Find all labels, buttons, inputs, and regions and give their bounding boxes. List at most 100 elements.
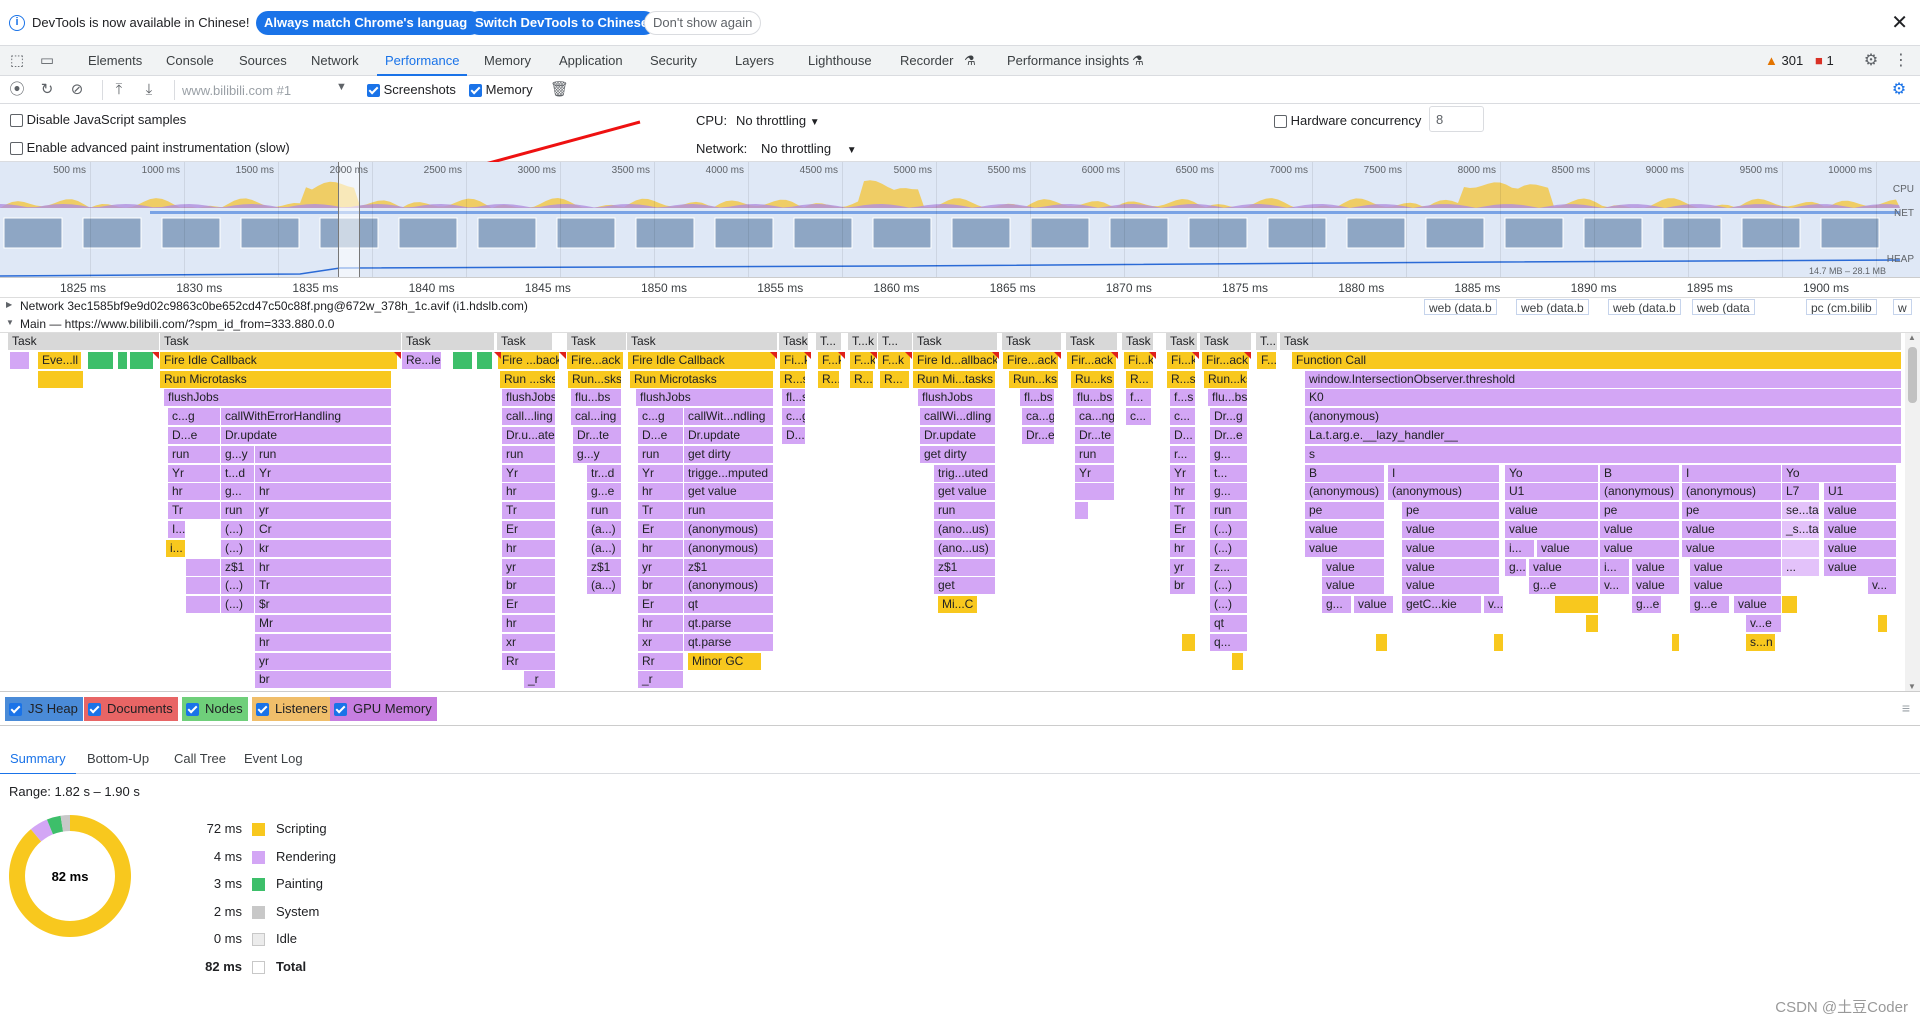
screenshot-thumbnail[interactable] xyxy=(161,217,221,249)
flame-task-bar[interactable]: Task xyxy=(1200,333,1252,350)
dont-show-again-button[interactable]: Don't show again xyxy=(644,11,762,35)
flame-event-bar[interactable]: hr xyxy=(638,539,684,557)
expand-arrow-icon[interactable]: ▶ xyxy=(6,300,12,309)
flame-event-bar[interactable]: value xyxy=(1505,502,1599,520)
flame-task-bar[interactable]: Task xyxy=(497,333,553,350)
flame-event-bar[interactable]: L7 xyxy=(1782,483,1820,501)
network-track[interactable]: ▶ Network 3ec1585bf9e9d02c9863c0be652cd4… xyxy=(0,298,1920,316)
overview-selection-window[interactable] xyxy=(338,162,360,277)
flame-event-bar[interactable]: value xyxy=(1354,596,1394,614)
flame-event-bar[interactable] xyxy=(1376,633,1388,651)
flame-event-bar[interactable]: Yr xyxy=(168,464,221,482)
scroll-thumb[interactable] xyxy=(1908,347,1917,403)
flame-chart[interactable]: Task Task Task Task Task Task Task T... T...k T..… xyxy=(0,333,1905,691)
flame-task-bar[interactable]: Task xyxy=(1066,333,1118,350)
memory-checkbox[interactable]: Memory xyxy=(469,82,533,98)
flame-event-bar[interactable]: Dr.update xyxy=(221,427,392,444)
flame-event-bar[interactable]: value xyxy=(1824,521,1897,538)
flame-event-bar[interactable]: v... xyxy=(1484,596,1504,614)
flame-event-bar[interactable]: value xyxy=(1682,521,1782,538)
flame-event-bar[interactable]: value xyxy=(1824,502,1897,520)
flame-event-bar[interactable]: Fir...ack xyxy=(1067,351,1117,369)
clear-icon[interactable]: ⊘ xyxy=(68,81,86,99)
flame-event-bar[interactable]: Cr xyxy=(255,521,392,538)
flame-event-bar[interactable] xyxy=(186,558,221,576)
scroll-up-icon[interactable]: ▲ xyxy=(1908,333,1916,342)
flame-event-bar[interactable]: run xyxy=(587,502,622,520)
flame-event-bar[interactable]: xr xyxy=(638,633,684,651)
screenshot-thumbnail[interactable] xyxy=(1583,217,1643,249)
checkbox[interactable] xyxy=(10,114,23,128)
flame-event-bar[interactable] xyxy=(453,351,473,369)
flame-event-bar[interactable]: D...e xyxy=(638,427,684,444)
flame-event-bar[interactable]: flu...bs xyxy=(1208,389,1248,407)
screenshots-checkbox[interactable]: Screenshots xyxy=(367,82,456,98)
flame-event-bar[interactable]: Yo xyxy=(1782,464,1897,482)
network-request-chip[interactable]: web (data.b xyxy=(1608,299,1681,315)
flame-event-bar[interactable]: value xyxy=(1632,558,1680,576)
tab-recorder[interactable]: Recorder xyxy=(900,46,953,76)
flame-event-bar[interactable]: Dr...te xyxy=(573,427,622,444)
tab-performance[interactable]: Performance xyxy=(376,46,468,76)
flame-event-bar[interactable]: $r xyxy=(255,596,392,614)
flame-event-bar[interactable]: Tr xyxy=(255,577,392,595)
flame-event-bar[interactable] xyxy=(186,577,221,595)
checkbox[interactable] xyxy=(334,703,347,717)
flame-event-bar[interactable]: flu...bs xyxy=(1073,389,1115,407)
flame-event-bar[interactable]: yr xyxy=(638,558,684,576)
flame-event-bar[interactable]: value xyxy=(1505,521,1599,538)
flame-event-bar[interactable]: Yr xyxy=(1075,464,1115,482)
counter-js-heap[interactable]: JS Heap xyxy=(5,697,83,721)
flame-event-bar[interactable]: hr xyxy=(502,483,556,501)
flame-event-bar[interactable]: hr xyxy=(255,558,392,576)
flame-event-bar[interactable]: _r xyxy=(638,671,684,689)
flame-event-bar[interactable]: value xyxy=(1402,539,1500,557)
screenshot-thumbnail[interactable] xyxy=(82,217,142,249)
device-toolbar-icon[interactable]: ▭ xyxy=(38,52,56,70)
flame-event-bar[interactable]: La.t.arg.e.__lazy_handler__ xyxy=(1305,427,1902,444)
flame-event-bar[interactable]: v... xyxy=(1600,577,1630,595)
screenshot-thumbnail[interactable] xyxy=(398,217,458,249)
flame-event-bar[interactable]: value xyxy=(1402,577,1500,595)
flame-event-bar[interactable]: R...s xyxy=(780,370,806,388)
flame-event-bar[interactable]: f... xyxy=(1126,389,1152,407)
flame-event-bar[interactable]: B xyxy=(1305,464,1385,482)
flame-event-bar[interactable]: br xyxy=(1170,577,1196,595)
tab-memory[interactable]: Memory xyxy=(484,46,531,76)
flame-event-bar[interactable]: (...) xyxy=(221,596,255,614)
capture-settings-gear-icon[interactable]: ⚙ xyxy=(1890,81,1908,99)
flame-event-bar[interactable]: yr xyxy=(502,558,556,576)
flame-event-bar[interactable]: (...) xyxy=(221,539,255,557)
checkbox[interactable] xyxy=(9,703,22,717)
flame-event-bar[interactable]: c...g xyxy=(168,408,221,426)
screenshot-thumbnail[interactable] xyxy=(1741,217,1801,249)
flame-event-bar[interactable]: value xyxy=(1322,558,1385,576)
flame-event-bar[interactable]: run xyxy=(638,445,684,463)
flame-event-bar[interactable] xyxy=(1672,633,1680,651)
flame-event-bar[interactable]: (...) xyxy=(1210,577,1248,595)
screenshot-thumbnail[interactable] xyxy=(1030,217,1090,249)
flame-event-bar[interactable]: I... xyxy=(168,521,186,538)
flame-event-bar[interactable]: value xyxy=(1600,521,1680,538)
hardware-concurrency-checkbox[interactable]: Hardware concurrency xyxy=(1274,113,1421,129)
flame-event-bar[interactable]: g...e xyxy=(1690,596,1730,614)
flame-event-bar[interactable]: value xyxy=(1734,596,1782,614)
checkbox[interactable] xyxy=(469,84,482,98)
flame-event-bar[interactable]: Rr xyxy=(638,652,684,670)
screenshot-thumbnail[interactable] xyxy=(1662,217,1722,249)
flame-event-bar[interactable]: flu...bs xyxy=(571,389,622,407)
tab-network[interactable]: Network xyxy=(311,46,359,76)
flame-event-bar[interactable]: tr...d xyxy=(587,464,622,482)
flame-event-bar[interactable]: (anonymous) xyxy=(684,539,774,557)
flame-event-bar[interactable]: i... xyxy=(1600,558,1630,576)
flame-event-bar[interactable]: pe xyxy=(1305,502,1385,520)
screenshot-thumbnail[interactable] xyxy=(1109,217,1169,249)
tab-application[interactable]: Application xyxy=(559,46,623,76)
flame-event-bar[interactable]: Run Microtasks xyxy=(630,370,774,388)
checkbox[interactable] xyxy=(367,84,380,98)
flame-event-bar[interactable]: value xyxy=(1632,577,1680,595)
flame-event-bar[interactable]: Run...ks xyxy=(1009,370,1059,388)
screenshot-thumbnail[interactable] xyxy=(1267,217,1327,249)
tab-call-tree[interactable]: Call Tree xyxy=(174,744,226,774)
flame-event-bar[interactable]: get dirty xyxy=(920,445,996,463)
